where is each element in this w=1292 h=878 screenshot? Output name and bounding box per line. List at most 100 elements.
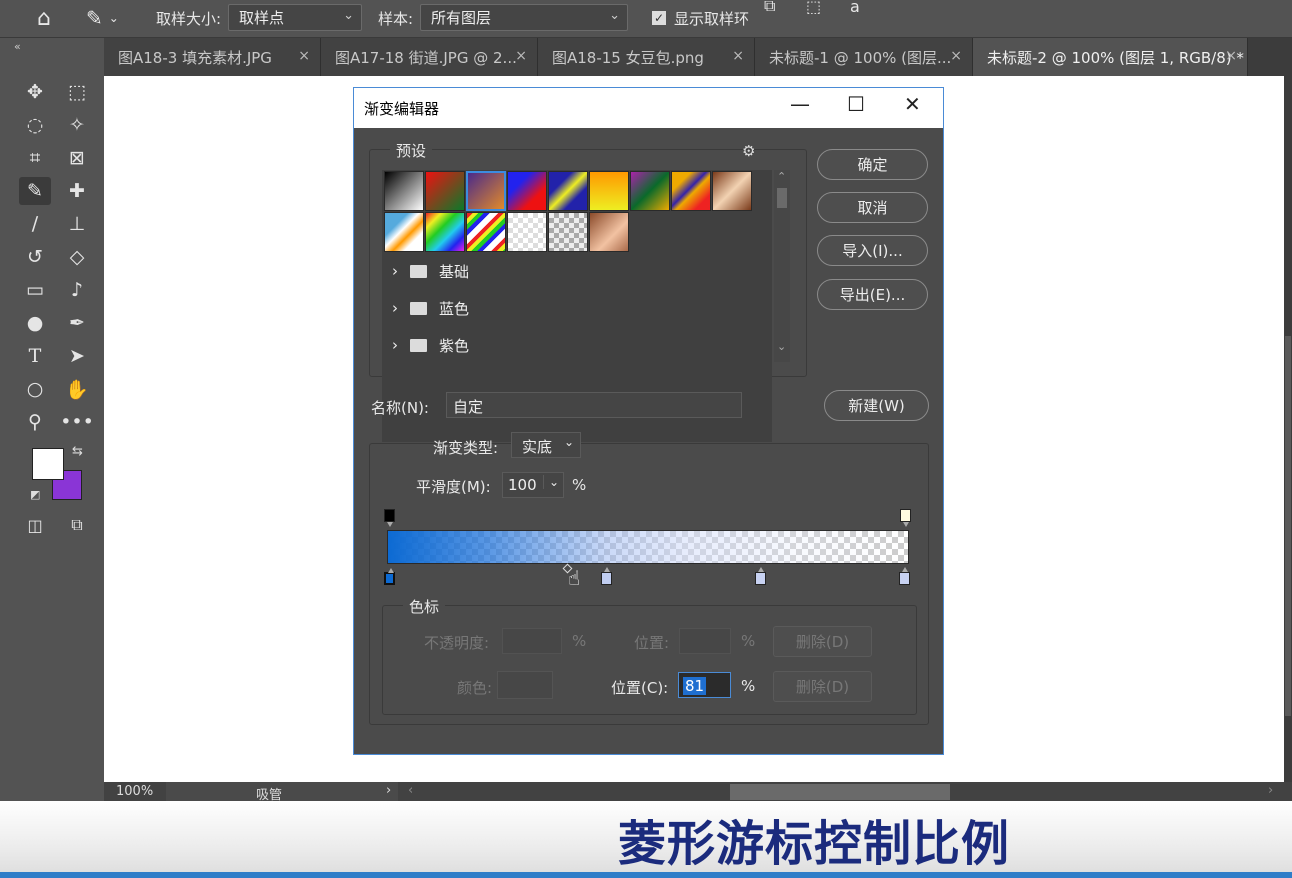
preset-swatch[interactable] — [425, 171, 465, 211]
color-stop[interactable] — [755, 567, 766, 585]
close-icon[interactable]: × — [515, 48, 527, 64]
opacity-stop[interactable] — [900, 509, 911, 527]
path-select-icon[interactable]: ➤ — [61, 342, 93, 370]
scroll-down-icon[interactable]: ⌄ — [777, 340, 786, 353]
more-tools-icon[interactable]: ••• — [60, 408, 94, 436]
close-icon[interactable]: × — [298, 48, 310, 64]
color-stop[interactable] — [899, 567, 910, 585]
delete-color-stop-button[interactable]: 删除(D) — [773, 671, 872, 702]
preset-swatch[interactable] — [384, 212, 424, 252]
select-subject-icon[interactable]: ⬚ — [806, 0, 821, 24]
hand-tool-icon[interactable]: ✋ — [61, 375, 93, 403]
gradient-type-select[interactable]: 实底 ⌄ — [511, 432, 581, 458]
color-location-input[interactable]: 81 — [678, 672, 731, 698]
preset-swatch[interactable] — [548, 212, 588, 252]
gradient-tool-icon[interactable]: ▭ — [19, 276, 51, 304]
healing-brush-icon[interactable]: ✚ — [61, 177, 93, 205]
pen-tool-icon[interactable]: ✒ — [61, 309, 93, 337]
dodge-tool-icon[interactable]: ● — [19, 309, 51, 337]
language-icon[interactable]: a — [850, 0, 860, 24]
eyedropper-tool-icon[interactable]: ✎ — [19, 177, 51, 205]
frame-tool-icon[interactable]: ⊠ — [61, 144, 93, 172]
history-brush-icon[interactable]: ↺ — [19, 243, 51, 271]
default-colors-icon[interactable]: ◩ — [30, 488, 40, 501]
preset-swatch[interactable] — [466, 212, 506, 252]
collapse-icon[interactable]: « — [14, 40, 21, 53]
move-tool-icon[interactable]: ✥ — [19, 78, 51, 106]
name-input[interactable]: 自定 — [446, 392, 742, 418]
preset-swatch[interactable] — [507, 212, 547, 252]
gear-icon[interactable]: ⚙ — [742, 142, 755, 160]
preset-folder-basic[interactable]: › 基础 — [382, 253, 772, 289]
screen-mode-icon[interactable]: ⧉ — [61, 511, 93, 539]
color-stop[interactable] — [601, 567, 612, 585]
hand-cursor-icon: ☝ — [568, 566, 581, 590]
preset-swatch-selected[interactable] — [466, 171, 506, 211]
stop-color-swatch[interactable] — [497, 671, 553, 699]
zoom-tool-icon[interactable]: ⚲ — [19, 408, 51, 436]
brush-tool-icon[interactable]: ∕ — [19, 210, 51, 238]
smoothness-input[interactable]: 100 ⌄ — [502, 472, 564, 498]
vertical-scrollbar[interactable] — [1284, 76, 1292, 782]
opacity-input[interactable] — [502, 628, 562, 654]
color-stop-selected[interactable] — [384, 568, 395, 585]
chevron-right-icon[interactable]: › — [386, 783, 391, 798]
opacity-location-input[interactable] — [679, 628, 731, 654]
stamp-tool-icon[interactable]: ⊥ — [61, 210, 93, 238]
tab-document-3[interactable]: 图A18-15 女豆包.png × — [538, 38, 755, 76]
ellipse-tool-icon[interactable]: ○ — [19, 375, 51, 403]
swap-colors-icon[interactable]: ⇆ — [72, 444, 83, 459]
magic-wand-icon[interactable]: ✧ — [61, 111, 93, 139]
close-icon[interactable]: × — [950, 48, 962, 64]
cancel-button[interactable]: 取消 — [817, 192, 928, 223]
zoom-level[interactable]: 100% — [116, 784, 153, 799]
tab-document-2[interactable]: 图A17-18 街道.JPG @ 2... × — [321, 38, 538, 76]
preset-swatch[interactable] — [507, 171, 547, 211]
scroll-right-icon[interactable]: › — [1268, 783, 1273, 798]
close-icon[interactable]: ✕ — [904, 92, 921, 116]
tab-document-4[interactable]: 未标题-1 @ 100% (图层... × — [755, 38, 973, 76]
preset-swatch[interactable] — [548, 171, 588, 211]
preset-swatch[interactable] — [425, 212, 465, 252]
eyedropper-tool-icon[interactable]: ✎ ⌄ — [86, 0, 119, 36]
ok-button[interactable]: 确定 — [817, 149, 928, 180]
scroll-up-icon[interactable]: ⌃ — [777, 170, 786, 183]
export-button[interactable]: 导出(E)... — [817, 279, 928, 310]
preset-swatch[interactable] — [589, 212, 629, 252]
preset-swatch[interactable] — [712, 171, 752, 211]
scrollbar-thumb[interactable] — [777, 188, 787, 208]
show-ring-checkbox[interactable]: ✓ 显示取样环 — [652, 0, 749, 36]
delete-opacity-stop-button[interactable]: 删除(D) — [773, 626, 872, 657]
preset-swatch[interactable] — [384, 171, 424, 211]
import-button[interactable]: 导入(I)... — [817, 235, 928, 266]
maximize-icon[interactable]: ☐ — [847, 92, 865, 116]
close-icon[interactable]: × — [1225, 48, 1237, 64]
home-icon[interactable]: ⌂ — [22, 0, 66, 36]
eraser-tool-icon[interactable]: ◇ — [61, 243, 93, 271]
sample-size-select[interactable]: 取样点 ⌄ — [228, 4, 362, 31]
close-icon[interactable]: × — [732, 48, 744, 64]
preset-folder-blue[interactable]: › 蓝色 — [382, 290, 772, 326]
presets-scrollbar[interactable]: ⌃ ⌄ — [774, 170, 790, 362]
sample-layer-icon[interactable]: ⧉ — [764, 0, 775, 24]
gradient-preview-bar[interactable] — [388, 531, 908, 563]
opacity-stop[interactable] — [384, 509, 395, 527]
sample-select[interactable]: 所有图层 ⌄ — [420, 4, 628, 31]
marquee-tool-icon[interactable]: ⬚ — [61, 78, 93, 106]
minimize-icon[interactable]: — — [790, 92, 810, 116]
horizontal-scrollbar-thumb[interactable] — [730, 784, 950, 800]
new-button[interactable]: 新建(W) — [824, 390, 929, 421]
tab-document-1[interactable]: 图A18-3 填充素材.JPG × — [104, 38, 321, 76]
preset-swatch[interactable] — [630, 171, 670, 211]
scroll-left-icon[interactable]: ‹ — [408, 783, 413, 798]
tab-document-5[interactable]: 未标题-2 @ 100% (图层 1, RGB/8) * × — [973, 38, 1248, 76]
crop-tool-icon[interactable]: ⌗ — [19, 144, 51, 172]
foreground-color-swatch[interactable] — [32, 448, 64, 480]
preset-swatch[interactable] — [671, 171, 711, 211]
lasso-tool-icon[interactable]: ◌ — [19, 111, 51, 139]
preset-swatch[interactable] — [589, 171, 629, 211]
smudge-tool-icon[interactable]: ♪ — [61, 276, 93, 304]
type-tool-icon[interactable]: T — [19, 342, 51, 370]
quick-mask-icon[interactable]: ◫ — [19, 511, 51, 539]
preset-folder-purple[interactable]: › 紫色 — [382, 327, 772, 363]
